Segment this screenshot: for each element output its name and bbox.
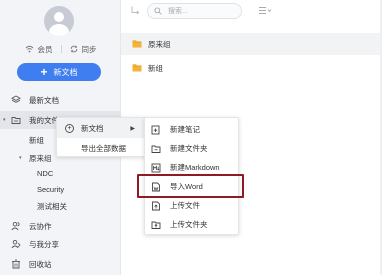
- nav-recent[interactable]: 最新文档: [0, 91, 121, 109]
- folder-name: 原来组: [148, 39, 171, 49]
- new-doc-button[interactable]: + 新文档: [17, 63, 101, 81]
- context-menu: + 新文档 ▶ 导出全部数据: [56, 117, 147, 158]
- tree-item-test[interactable]: 测试相关: [37, 201, 67, 212]
- markdown-icon: [151, 163, 161, 173]
- submenu-upload-file[interactable]: 上传文件: [145, 196, 240, 215]
- tree-item-security[interactable]: Security: [37, 185, 64, 194]
- new-note-icon: [151, 125, 161, 135]
- tree-item-new-group[interactable]: 新组: [29, 135, 44, 146]
- avatar-body: [49, 24, 69, 36]
- submenu-upload-folder[interactable]: 上传文件夹: [145, 215, 240, 234]
- nav-trash[interactable]: 回收站: [0, 255, 121, 273]
- nav-my-files-label: 我的文件: [29, 115, 59, 125]
- folder-row[interactable]: 原来组: [121, 33, 382, 55]
- caret-down-icon: ▾: [3, 117, 6, 123]
- vip-icon: [25, 45, 33, 53]
- nav-shared[interactable]: 与我分享: [0, 235, 121, 253]
- submenu-upload-file-label: 上传文件: [170, 201, 200, 210]
- layers-icon: [11, 95, 21, 105]
- search-icon: [154, 7, 162, 15]
- search-placeholder: 搜索...: [168, 8, 188, 15]
- new-folder-icon: [151, 144, 161, 154]
- nav-collab-label: 云协作: [29, 221, 52, 231]
- users-icon: [11, 221, 21, 231]
- member-button[interactable]: 会员: [25, 44, 53, 55]
- caret-right-icon: ▶: [130, 125, 135, 132]
- member-label: 会员: [37, 44, 53, 54]
- sync-button[interactable]: 同步: [70, 44, 97, 55]
- nav-shared-label: 与我分享: [29, 239, 59, 249]
- nav-collab[interactable]: 云协作: [0, 217, 121, 235]
- new-doc-label: 新文档: [53, 67, 78, 77]
- menu-item-new-doc-label: 新文档: [81, 123, 104, 133]
- menu-item-export-all[interactable]: 导出全部数据: [57, 138, 147, 158]
- plus-circle-icon: +: [65, 123, 74, 133]
- avatar[interactable]: [44, 6, 74, 36]
- submenu-import-word[interactable]: 导入Word: [145, 177, 240, 196]
- trash-icon: [11, 259, 21, 269]
- sort-list-icon[interactable]: [258, 6, 272, 17]
- divider: [60, 45, 62, 53]
- refresh-icon[interactable]: [130, 5, 142, 17]
- avatar-head: [54, 12, 64, 22]
- submenu-new-markdown[interactable]: 新建Markdown: [145, 158, 240, 177]
- submenu-new-note[interactable]: 新建笔记: [145, 120, 240, 139]
- caret-down-icon: ▾: [19, 155, 22, 161]
- folder-icon: [132, 39, 142, 50]
- new-doc-submenu: 新建笔记 新建文件夹 新建Markdown 导入Word 上传文件 上传文件夹: [144, 117, 239, 235]
- folder-icon: [132, 63, 142, 74]
- upload-file-icon: [151, 201, 161, 211]
- submenu-new-folder[interactable]: 新建文件夹: [145, 139, 240, 158]
- upload-folder-icon: [151, 220, 161, 230]
- folder-row[interactable]: 新组: [121, 57, 382, 79]
- nav-recent-label: 最新文档: [29, 95, 59, 105]
- share-user-icon: [11, 239, 21, 249]
- submenu-new-folder-label: 新建文件夹: [170, 144, 208, 153]
- folder-name: 新组: [148, 63, 163, 73]
- tree-item-original-group[interactable]: 原来组: [29, 153, 52, 164]
- folder-outline-icon: [11, 115, 21, 125]
- submenu-new-markdown-label: 新建Markdown: [170, 163, 220, 172]
- submenu-new-note-label: 新建笔记: [170, 125, 200, 134]
- nav-trash-label: 回收站: [29, 259, 52, 269]
- submenu-import-word-label: 导入Word: [170, 182, 203, 191]
- plus-icon: +: [40, 65, 48, 79]
- import-word-icon: [151, 182, 161, 192]
- member-sync-row: 会员 同步: [0, 42, 121, 56]
- sync-icon: [70, 45, 77, 53]
- search-input[interactable]: 搜索...: [147, 3, 242, 19]
- menu-item-new-doc[interactable]: + 新文档 ▶: [57, 118, 147, 138]
- submenu-upload-folder-label: 上传文件夹: [170, 220, 208, 229]
- tree-item-ndc[interactable]: NDC: [37, 169, 53, 178]
- menu-item-export-all-label: 导出全部数据: [81, 143, 126, 153]
- sync-label: 同步: [81, 44, 97, 54]
